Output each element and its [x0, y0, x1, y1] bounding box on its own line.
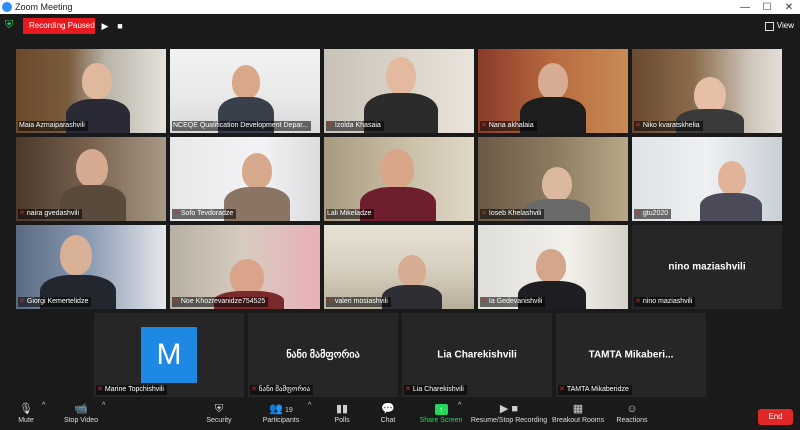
participant-tile[interactable]: ✕ Ioseb Khelashvili — [478, 137, 628, 221]
participant-center-name: Lia Charekishvili — [437, 349, 517, 361]
participant-tile[interactable]: ✕ Izolda Khasaia — [324, 49, 474, 133]
view-label: View — [776, 21, 794, 30]
participant-center-name: ნანი მამფორია — [286, 349, 360, 361]
participant-name: ✕ Izolda Khasaia — [326, 121, 384, 131]
security-button[interactable]: ⛨ Security — [202, 402, 236, 430]
participant-tile[interactable]: nino maziashvili ✕ nino maziashvili — [632, 225, 782, 309]
gallery-grid-icon — [764, 21, 774, 31]
participant-name: NCEQE Qualification Development Depar... — [172, 121, 312, 131]
resume-recording-icon[interactable]: ▶ — [98, 18, 112, 34]
window-controls: — ☐ ✕ — [734, 2, 800, 13]
participant-center-name: nino maziashvili — [668, 261, 746, 273]
muted-mic-icon: ✕ — [327, 122, 333, 129]
stop-recording-icon[interactable]: ■ — [113, 18, 127, 34]
window-titlebar: Zoom Meeting — ☐ ✕ — [0, 0, 800, 14]
participant-tile[interactable]: ✕ naira gvedashvili — [16, 137, 166, 221]
share-options-chevron-icon[interactable]: ^ — [458, 402, 461, 430]
meeting-topbar: ⛨ Recording Paused ▶ ■ View — [0, 14, 800, 38]
resume-stop-recording-button[interactable]: ▶ ■ Resume/Stop Recording — [470, 402, 548, 430]
participant-tile[interactable]: ✕ Ia Gedevanishvili — [478, 225, 628, 309]
breakout-rooms-button[interactable]: ▦ Breakout Rooms — [552, 402, 604, 430]
breakout-rooms-icon: ▦ — [572, 403, 584, 415]
participant-center-name: TAMTA Mikaberi... — [588, 349, 674, 361]
close-icon[interactable]: ✕ — [778, 2, 800, 13]
reactions-button[interactable]: ☺ Reactions — [614, 402, 650, 430]
muted-mic-icon: ✕ — [327, 298, 333, 305]
chat-bubble-icon: 💬 — [381, 403, 395, 415]
chat-button[interactable]: 💬 Chat — [376, 402, 400, 430]
muted-mic-icon: ✕ — [173, 210, 179, 217]
participant-tile[interactable]: ✕ Sofo Tevdoradze — [170, 137, 320, 221]
recording-status-badge: Recording Paused — [23, 18, 95, 34]
muted-mic-icon: ✕ — [635, 298, 641, 305]
muted-mic-icon: ✕ — [19, 298, 25, 305]
participant-tile[interactable]: ნანი მამფორია ✕ ნანი მამფორია — [248, 313, 398, 397]
muted-mic-icon: ✕ — [173, 298, 179, 305]
participant-tile[interactable]: ✕ Noe Khozrevanidze754525 — [170, 225, 320, 309]
security-shield-icon[interactable]: ⛨ — [5, 19, 16, 32]
participant-name: ✕ Ioseb Khelashvili — [480, 209, 545, 219]
muted-mic-icon: ✕ — [481, 210, 487, 217]
shield-icon: ⛨ — [214, 403, 224, 415]
muted-mic-icon: ✕ — [19, 210, 25, 217]
microphone-icon: 🎙 — [19, 403, 33, 415]
participant-tile[interactable]: ✕ valeri mosiashvili — [324, 225, 474, 309]
zoom-logo-icon — [2, 2, 12, 12]
participant-name: ✕ ნანი მამფორია — [250, 385, 314, 395]
participant-name: ✕ gtu2020 — [634, 209, 672, 219]
participant-tile[interactable]: NCEQE Qualification Development Depar... — [170, 49, 320, 133]
video-options-chevron-icon[interactable]: ^ — [102, 402, 105, 430]
participant-name: ✕ Giorgi Kemertelidze — [18, 297, 92, 307]
participant-name: ✕ Lia Charekishvili — [404, 385, 467, 395]
muted-mic-icon: ✕ — [635, 122, 641, 129]
participant-tile[interactable]: Maia Azmaiparashvili — [16, 49, 166, 133]
participant-tile-active-speaker[interactable]: Lali Mikeladze — [324, 137, 474, 221]
smiley-icon: ☺ — [626, 403, 638, 415]
participant-name: ✕ TAMTA Mikaberidze — [558, 385, 632, 395]
polls-bar-icon: ▮▮ — [335, 403, 349, 415]
stop-video-button[interactable]: 📹 Stop Video — [60, 402, 102, 430]
participant-tile[interactable]: TAMTA Mikaberi... ✕ TAMTA Mikaberidze — [556, 313, 706, 397]
participant-name: ✕ Nana akhalaia — [480, 121, 537, 131]
participant-tile[interactable]: ✕ gtu2020 — [632, 137, 782, 221]
participant-tile[interactable]: ✕ Giorgi Kemertelidze — [16, 225, 166, 309]
participant-name: ✕ Marine Topchishvili — [96, 385, 167, 395]
participant-avatar: M — [141, 327, 197, 383]
participant-name: ✕ naira gvedashvili — [18, 209, 83, 219]
muted-mic-icon: ✕ — [405, 386, 411, 393]
participant-name: ✕ Noe Khozrevanidze754525 — [172, 297, 269, 307]
participants-options-chevron-icon[interactable]: ^ — [308, 402, 311, 430]
participant-tile[interactable]: ✕ Niko kvaratskhelia — [632, 49, 782, 133]
participant-name: ✕ Sofo Tevdoradze — [172, 209, 237, 219]
mute-options-chevron-icon[interactable]: ^ — [42, 402, 45, 430]
muted-mic-icon: ✕ — [481, 298, 487, 305]
video-camera-icon: 📹 — [74, 403, 88, 415]
participant-name: ✕ valeri mosiashvili — [326, 297, 391, 307]
view-button[interactable]: View — [764, 18, 794, 34]
muted-mic-icon: ✕ — [97, 386, 103, 393]
participants-button[interactable]: 👥 19 Participants — [260, 402, 302, 430]
participant-name: Maia Azmaiparashvili — [18, 121, 88, 131]
muted-mic-icon: ✕ — [251, 386, 257, 393]
participant-name: ✕ nino maziashvili — [634, 297, 696, 307]
participants-icon: 👥 19 — [269, 403, 293, 415]
end-meeting-button[interactable]: End — [758, 409, 793, 425]
mute-button[interactable]: 🎙 Mute — [8, 402, 44, 430]
participant-tile[interactable]: ✕ Nana akhalaia — [478, 49, 628, 133]
muted-mic-icon: ✕ — [559, 386, 565, 393]
participant-name: ✕ Niko kvaratskhelia — [634, 121, 703, 131]
muted-mic-icon: ✕ — [481, 122, 487, 129]
polls-button[interactable]: ▮▮ Polls — [330, 402, 354, 430]
participant-name: ✕ Ia Gedevanishvili — [480, 297, 546, 307]
meeting-toolbar: 🎙 Mute ^ 📹 Stop Video ^ ⛨ Security 👥 19 P… — [0, 400, 800, 430]
record-controls-icon: ▶ ■ — [499, 403, 519, 415]
maximize-icon[interactable]: ☐ — [756, 2, 778, 13]
participant-name: Lali Mikeladze — [326, 209, 375, 219]
minimize-icon[interactable]: — — [734, 2, 756, 13]
muted-mic-icon: ✕ — [635, 210, 641, 217]
participant-tile[interactable]: Lia Charekishvili ✕ Lia Charekishvili — [402, 313, 552, 397]
window-title: Zoom Meeting — [15, 2, 73, 12]
